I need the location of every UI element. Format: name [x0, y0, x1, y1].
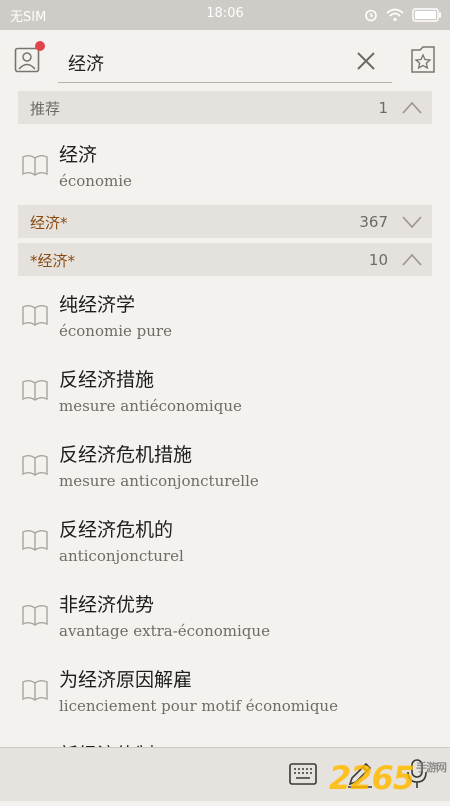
- list-item[interactable]: 为经济原因解雇 licenciement pour motif économiq…: [0, 657, 450, 731]
- alarm-icon: [365, 9, 377, 22]
- section-count: 10: [368, 251, 388, 269]
- book-icon: [22, 530, 48, 551]
- keyboard-button[interactable]: [287, 758, 319, 790]
- list-item[interactable]: 非经济优势 avantage extra-économique: [0, 582, 450, 656]
- book-icon: [22, 680, 48, 701]
- headword: 为经济原因解雇: [59, 669, 193, 691]
- section-header-contains[interactable]: *经济* 10: [18, 243, 432, 276]
- translation: économie: [59, 172, 132, 190]
- book-icon: [22, 455, 48, 476]
- profile-button[interactable]: [12, 41, 45, 75]
- headword: 反经济危机措施: [59, 444, 193, 466]
- headword: 反经济危机的: [59, 519, 174, 541]
- book-icon: [22, 305, 48, 326]
- list-item[interactable]: 纯经济学 économie pure: [0, 282, 450, 356]
- wifi-icon: [386, 8, 404, 22]
- status-icons: [364, 5, 442, 25]
- list-item[interactable]: 反经济危机的 anticonjoncturel: [0, 507, 450, 581]
- translation: mesure anticonjoncturelle: [59, 472, 259, 490]
- clear-search-button[interactable]: [354, 49, 378, 73]
- list-item[interactable]: 反经济危机措施 mesure anticonjoncturelle: [0, 432, 450, 506]
- translation: mesure antiéconomique: [59, 397, 242, 415]
- translation: avantage extra-économique: [59, 622, 270, 640]
- section-title: *经济*: [30, 252, 76, 270]
- watermark-subtext: 手游网: [416, 761, 447, 774]
- book-icon: [22, 155, 48, 176]
- headword: 经济: [59, 144, 98, 166]
- book-icon: [22, 605, 48, 626]
- chevron-up-icon: [402, 101, 422, 114]
- notification-badge: [35, 41, 45, 51]
- watermark-text: 2265: [328, 759, 415, 797]
- favorites-button[interactable]: [409, 45, 437, 75]
- search-input[interactable]: 经济: [68, 50, 104, 76]
- section-count: 367: [359, 213, 388, 231]
- headword: 纯经济学: [59, 294, 136, 316]
- chevron-down-icon: [402, 216, 422, 229]
- list-item[interactable]: 反经济措施 mesure antiéconomique: [0, 357, 450, 431]
- translation: anticonjoncturel: [59, 547, 184, 565]
- close-icon: [357, 52, 375, 70]
- status-bar: 无SIM 18:06: [0, 0, 450, 30]
- top-bar: 经济: [0, 30, 450, 90]
- watermark-logo: 2265 手游网: [328, 759, 447, 797]
- translation: licenciement pour motif économique: [59, 697, 338, 715]
- favorites-icon: [411, 46, 435, 73]
- translation: économie pure: [59, 322, 172, 340]
- section-header-prefix[interactable]: 经济* 367: [18, 205, 432, 238]
- section-count: 1: [378, 99, 388, 117]
- section-title: 经济*: [30, 214, 68, 232]
- search-field[interactable]: 经济: [58, 40, 392, 83]
- headword: 反经济措施: [59, 369, 155, 391]
- headword: 非经济优势: [59, 594, 155, 616]
- bottom-toolbar: 2265 手游网: [0, 747, 450, 801]
- section-title: 推荐: [30, 100, 61, 118]
- keyboard-icon: [289, 763, 317, 785]
- book-icon: [22, 380, 48, 401]
- profile-icon: [14, 47, 40, 73]
- section-header-recommended[interactable]: 推荐 1: [18, 91, 432, 124]
- battery-icon: [412, 8, 441, 22]
- chevron-up-icon: [402, 253, 422, 266]
- list-item[interactable]: 经济 économie: [0, 132, 450, 206]
